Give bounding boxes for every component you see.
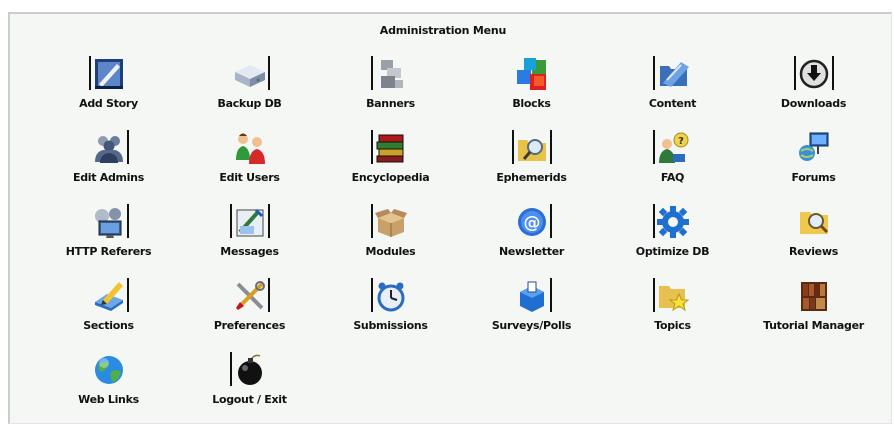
svg-text:?: ?	[678, 136, 684, 147]
menu-item-label: Content	[648, 97, 697, 110]
menu-item-label: Ephemerids	[496, 171, 567, 184]
content-folder-icon	[652, 54, 693, 94]
menu-item-label: Banners	[366, 97, 415, 110]
download-arrow-icon	[793, 54, 834, 94]
menu-item-label: Web Links	[78, 393, 139, 406]
magnifier-icon	[794, 202, 834, 242]
menu-item-label: Newsletter	[498, 245, 564, 258]
menu-item-blocks[interactable]: Blocks	[461, 54, 602, 126]
calendar-search-icon	[511, 128, 552, 168]
menu-item-label: Optimize DB	[635, 245, 710, 258]
banners-icon	[370, 54, 411, 94]
tools-icon	[230, 276, 270, 316]
menu-row: HTTP Referers Messages Modules @ Newslet…	[38, 202, 884, 274]
menu-item-surveys-polls[interactable]: Surveys/Polls	[461, 276, 602, 348]
menu-item-label: Encyclopedia	[351, 171, 430, 184]
menu-item-messages[interactable]: Messages	[179, 202, 320, 274]
menu-item-edit-admins[interactable]: Edit Admins	[38, 128, 179, 200]
menu-item-label: Add Story	[79, 97, 138, 110]
menu-item-submissions[interactable]: Submissions	[320, 276, 461, 348]
admin-menu-panel: Administration Menu Add Story Backup DB	[8, 12, 892, 424]
menu-item-content[interactable]: Content	[602, 54, 743, 126]
menu-item-logout-exit[interactable]: Logout / Exit	[179, 350, 320, 422]
menu-item-downloads[interactable]: Downloads	[743, 54, 884, 126]
menu-item-banners[interactable]: Banners	[320, 54, 461, 126]
menu-item-backup-db[interactable]: Backup DB	[179, 54, 320, 126]
ballot-box-icon	[512, 276, 552, 316]
bookshelf-icon	[794, 276, 834, 316]
menu-item-add-story[interactable]: Add Story	[38, 54, 179, 126]
menu-item-encyclopedia[interactable]: Encyclopedia	[320, 128, 461, 200]
forums-network-icon	[794, 128, 834, 168]
globe-icon	[89, 350, 129, 390]
menu-item-label: HTTP Referers	[65, 245, 152, 258]
menu-row: Sections Preferences Submissions Surveys…	[38, 276, 884, 348]
referers-computer-icon	[89, 202, 129, 242]
menu-item-label: Submissions	[353, 319, 428, 332]
menu-item-label: Surveys/Polls	[491, 319, 572, 332]
menu-item-label: Downloads	[780, 97, 847, 110]
menu-item-label: Messages	[220, 245, 279, 258]
menu-item-optimize-db[interactable]: Optimize DB	[602, 202, 743, 274]
database-drive-icon	[230, 54, 270, 94]
menu-item-label: Topics	[654, 319, 691, 332]
menu-item-label: Modules	[365, 245, 416, 258]
gear-icon	[652, 202, 693, 242]
pencil-note-icon	[89, 276, 129, 316]
at-sign-icon: @	[512, 202, 552, 242]
clock-icon	[370, 276, 411, 316]
menu-item-label: Edit Users	[219, 171, 280, 184]
menu-item-web-links[interactable]: Web Links	[38, 350, 179, 422]
menu-row: Edit Admins Edit Users Encyclopedia Ephe…	[38, 128, 884, 200]
menu-item-label: Preferences	[213, 319, 286, 332]
menu-item-faq[interactable]: ? FAQ	[602, 128, 743, 200]
menu-item-label: FAQ	[660, 171, 685, 184]
bomb-icon	[229, 350, 270, 390]
admins-group-icon	[89, 128, 129, 168]
menu-item-sections[interactable]: Sections	[38, 276, 179, 348]
menu-item-forums[interactable]: Forums	[743, 128, 884, 200]
star-folder-icon	[652, 276, 693, 316]
admin-menu-title: Administration Menu	[379, 24, 507, 37]
menu-item-label: Reviews	[789, 245, 838, 258]
menu-item-label: Tutorial Manager	[763, 319, 864, 332]
menu-item-ephemerids[interactable]: Ephemerids	[461, 128, 602, 200]
menu-item-modules[interactable]: Modules	[320, 202, 461, 274]
colored-blocks-icon	[512, 54, 552, 94]
menu-row: Web Links Logout / Exit	[38, 350, 884, 422]
menu-item-edit-users[interactable]: Edit Users	[179, 128, 320, 200]
faq-help-icon: ?	[652, 128, 693, 168]
menu-item-newsletter[interactable]: @ Newsletter	[461, 202, 602, 274]
messages-icon	[229, 202, 270, 242]
open-box-icon	[370, 202, 411, 242]
books-stack-icon	[370, 128, 411, 168]
menu-item-label: Backup DB	[217, 97, 282, 110]
menu-item-label: Blocks	[512, 97, 551, 110]
admin-menu-grid: Add Story Backup DB Banners Blocks Conte…	[38, 54, 884, 424]
menu-row: Add Story Backup DB Banners Blocks Conte…	[38, 54, 884, 126]
users-group-icon	[230, 128, 270, 168]
add-story-icon	[88, 54, 129, 94]
menu-item-label: Logout / Exit	[212, 393, 287, 406]
menu-item-label: Edit Admins	[73, 171, 144, 184]
svg-text:@: @	[523, 213, 540, 233]
menu-item-tutorial-manager[interactable]: Tutorial Manager	[743, 276, 884, 348]
menu-item-label: Sections	[83, 319, 134, 332]
menu-item-topics[interactable]: Topics	[602, 276, 743, 348]
menu-item-http-referers[interactable]: HTTP Referers	[38, 202, 179, 274]
menu-item-preferences[interactable]: Preferences	[179, 276, 320, 348]
menu-item-label: Forums	[791, 171, 836, 184]
menu-item-reviews[interactable]: Reviews	[743, 202, 884, 274]
